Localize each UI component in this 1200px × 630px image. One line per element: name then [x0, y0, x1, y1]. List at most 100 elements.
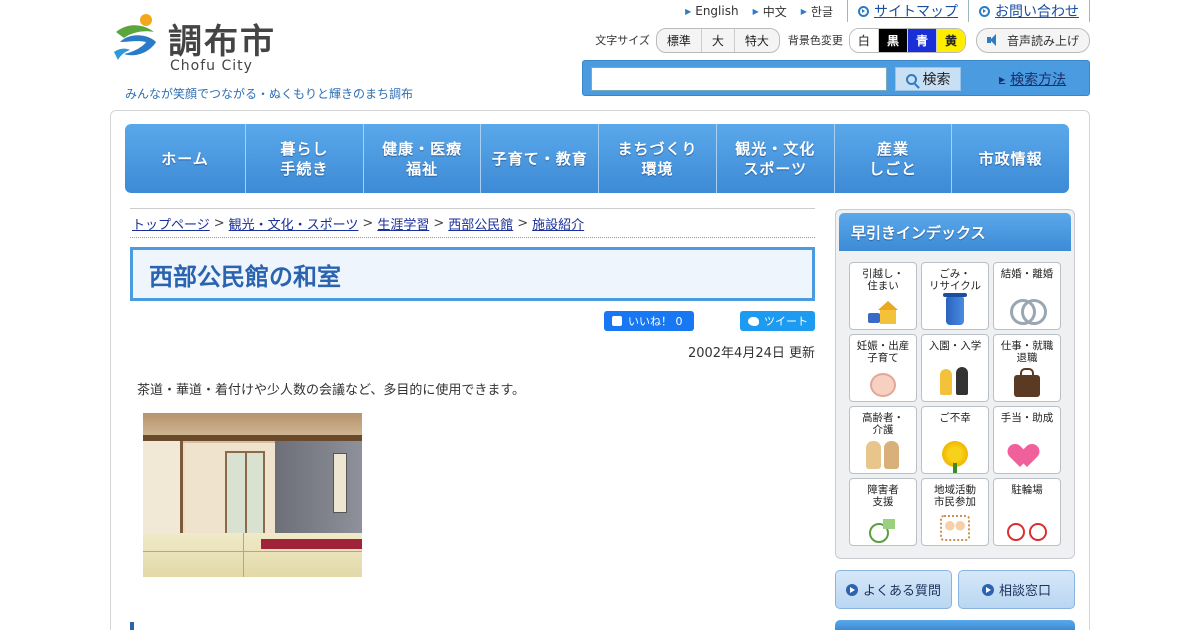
logo-title: 調布市	[168, 22, 276, 62]
photo-left-wall	[143, 435, 183, 535]
search-input[interactable]	[591, 67, 887, 91]
index-tile-garbage[interactable]: ごみ・ リサイクル	[921, 262, 989, 330]
font-size-label: 文字サイズ	[595, 34, 650, 47]
search-button[interactable]: 検索	[895, 67, 961, 91]
quick-index-title: 早引きインデックス	[839, 213, 1071, 251]
sidebar-next-panel	[835, 620, 1075, 630]
baby-icon	[870, 373, 896, 397]
index-tile-bicycle-parking[interactable]: 駐輪場	[993, 478, 1061, 546]
nav-city-info[interactable]: 市政情報	[952, 124, 1069, 193]
nav-childcare[interactable]: 子育て・教育	[481, 124, 600, 193]
quick-index-grid: 引越し・ 住まい ごみ・ リサイクル 結婚・離婚 妊娠・出産 子育て 入園・入学…	[849, 262, 1063, 546]
search-bar: 検索 ▶ 検索方法	[582, 60, 1090, 96]
consultation-button[interactable]: 相談窓口	[958, 570, 1075, 609]
font-size-standard-button[interactable]: 標準	[657, 28, 702, 52]
index-tile-marriage[interactable]: 結婚・離婚	[993, 262, 1061, 330]
nav-living[interactable]: 暮らし 手続き	[246, 124, 364, 193]
divider	[1089, 0, 1090, 22]
bg-color-switcher: 白 黒 青 黄	[848, 27, 966, 53]
sitemap-link[interactable]: サイトマップ	[847, 0, 968, 22]
font-size-switcher: 標準 大 特大	[655, 27, 780, 53]
house-icon	[868, 301, 898, 325]
trash-bin-icon	[943, 293, 967, 325]
breadcrumb-separator: >	[433, 215, 445, 231]
index-tile-disability[interactable]: 障害者 支援	[849, 478, 917, 546]
index-tile-school[interactable]: 入園・入学	[921, 334, 989, 402]
photo-sliding-door	[225, 451, 265, 541]
bg-black-button[interactable]: 黒	[878, 28, 908, 52]
nav-home[interactable]: ホーム	[125, 124, 246, 193]
accessibility-tools: 文字サイズ 標準 大 特大 背景色変更 白 黒 青 黄 音声読み上げ	[587, 27, 1090, 53]
chrysanthemum-icon	[940, 439, 970, 473]
heart-hands-icon	[1012, 443, 1042, 469]
elderly-icon	[865, 439, 901, 469]
nav-health[interactable]: 健康・医療 福祉	[364, 124, 482, 193]
bg-blue-button[interactable]: 青	[907, 28, 937, 52]
breadcrumb-link-facility[interactable]: 施設紹介	[532, 214, 584, 233]
search-icon	[905, 73, 917, 85]
photo-tatami-line	[243, 533, 244, 577]
photo-beam	[143, 435, 362, 441]
bg-white-button[interactable]: 白	[849, 28, 879, 52]
truck-icon	[868, 313, 880, 323]
breadcrumb-link-tourism[interactable]: 観光・文化・スポーツ	[229, 214, 359, 233]
community-icon	[940, 515, 970, 541]
thumbs-up-icon	[612, 316, 622, 326]
tweet-button[interactable]: ツイート	[740, 311, 815, 331]
index-tile-moving[interactable]: 引越し・ 住まい	[849, 262, 917, 330]
index-tile-bereavement[interactable]: ご不幸	[921, 406, 989, 474]
top-links: ▶ English ▶ 中文 ▶ 한글 サイトマップ お問い合わせ	[671, 0, 1090, 22]
nav-town[interactable]: まちづくり 環境	[599, 124, 717, 193]
facebook-like-button[interactable]: いいね！ 0	[604, 311, 694, 331]
circle-arrow-icon	[981, 583, 994, 596]
photo-tatami-line	[143, 551, 362, 552]
wheelchair-icon	[867, 519, 899, 543]
nav-tourism[interactable]: 観光・文化 スポーツ	[717, 124, 835, 193]
triangle-icon: ▶	[685, 6, 692, 16]
breadcrumb-link-seibu[interactable]: 西部公民館	[448, 214, 513, 233]
breadcrumb-link-top[interactable]: トップページ	[132, 214, 210, 233]
photo-alcove-dais	[261, 539, 362, 549]
index-tile-allowance[interactable]: 手当・助成	[993, 406, 1061, 474]
lang-link-korean[interactable]: ▶ 한글	[801, 3, 833, 20]
chofu-logo-icon	[114, 14, 156, 60]
index-tile-work[interactable]: 仕事・就職 退職	[993, 334, 1061, 402]
nav-industry[interactable]: 産業 しごと	[835, 124, 953, 193]
tagline: みんなが笑顔でつながる・ぬくもりと輝きのまち調布	[125, 87, 414, 101]
page-title: 西部公民館の和室	[149, 262, 341, 291]
lang-link-chinese[interactable]: ▶ 中文	[753, 3, 787, 20]
bag-icon	[1014, 368, 1040, 397]
breadcrumb: トップページ > 観光・文化・スポーツ > 生涯学習 > 西部公民館 > 施設紹…	[130, 208, 815, 238]
index-tile-community[interactable]: 地域活動 市民参加	[921, 478, 989, 546]
index-tile-childbirth[interactable]: 妊娠・出産 子育て	[849, 334, 917, 402]
bg-color-label: 背景色変更	[787, 34, 843, 47]
breadcrumb-separator: >	[362, 215, 374, 231]
voice-readout-button[interactable]: 音声読み上げ	[975, 27, 1090, 53]
breadcrumb-separator: >	[213, 215, 225, 231]
contact-link[interactable]: お問い合わせ	[968, 0, 1089, 22]
bg-yellow-button[interactable]: 黄	[936, 28, 965, 52]
triangle-icon: ▶	[752, 6, 759, 16]
triangle-icon: ▶	[800, 6, 807, 16]
faq-button[interactable]: よくある質問	[835, 570, 952, 609]
font-size-large-button[interactable]: 大	[702, 28, 735, 52]
search-help-link[interactable]: ▶ 検索方法	[999, 69, 1066, 89]
children-icon	[938, 363, 972, 397]
breadcrumb-separator: >	[517, 215, 529, 231]
photo-hanging-scroll	[333, 453, 347, 513]
japanese-room-photo	[143, 413, 362, 577]
page-title-box: 西部公民館の和室	[130, 247, 815, 301]
city-logo[interactable]: 調布市 Chofu City	[110, 10, 290, 80]
page: 調布市 Chofu City みんなが笑顔でつながる・ぬくもりと輝きのまち調布 …	[0, 0, 1200, 630]
breadcrumb-link-lifelong[interactable]: 生涯学習	[377, 214, 429, 233]
circle-arrow-icon	[858, 5, 869, 17]
font-size-xlarge-button[interactable]: 特大	[735, 29, 779, 52]
index-tile-elderly[interactable]: 高齢者・ 介護	[849, 406, 917, 474]
body-text: 茶道・華道・着付けや少人数の会議など、多目的に使用できます。	[137, 383, 526, 398]
bicycle-icon	[1007, 517, 1047, 541]
updated-date: 2002年4月24日 更新	[687, 346, 815, 361]
circle-arrow-icon	[845, 583, 858, 596]
twitter-bird-icon	[748, 316, 759, 326]
global-nav: ホーム 暮らし 手続き 健康・医療 福祉 子育て・教育 まちづくり 環境 観光・…	[125, 124, 1069, 193]
lang-link-english[interactable]: ▶ English	[685, 4, 739, 18]
